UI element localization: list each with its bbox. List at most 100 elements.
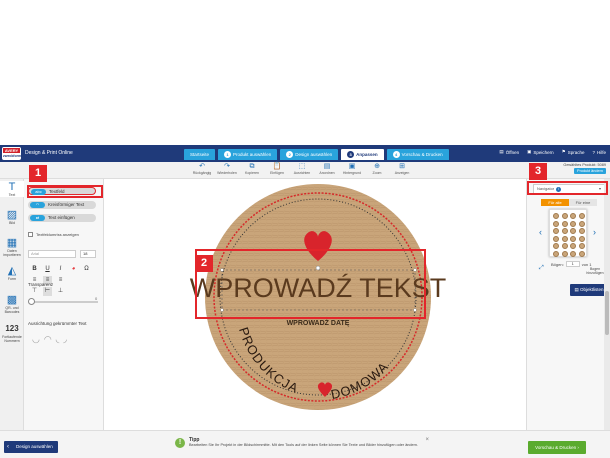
data-import-icon: ▦ [6, 237, 18, 249]
change-product-button[interactable]: Produkt ändern [574, 168, 606, 174]
arc-down-icon[interactable]: ◠ [44, 334, 52, 345]
product-info: Gewähltes Produkt: 5089 Produkt ändern [563, 163, 606, 174]
label-thumbnail [578, 220, 585, 227]
transparency-slider[interactable] [28, 298, 98, 305]
underline-button[interactable]: U [43, 265, 52, 274]
tool-einfügen[interactable]: 📋 Einfügen [267, 163, 287, 175]
back-label: Design auswählen [16, 444, 53, 449]
tool-icon: ▤ [323, 163, 331, 170]
preview-print-button[interactable]: Vorschau & Drucken › [528, 441, 586, 454]
label-thumbnail [578, 213, 585, 219]
tool-ausrichten[interactable]: ⬚ Ausrichten [292, 163, 312, 175]
canvas-scrollbar[interactable] [604, 179, 610, 430]
help-button[interactable]: ? Hilfe [592, 149, 606, 155]
folder-icon: ▤ [499, 149, 504, 154]
language-button[interactable]: ⚑ Sprache [562, 149, 585, 155]
special-char-button[interactable]: Ω [82, 265, 91, 274]
back-design-button[interactable]: ‹ Design auswählen [4, 441, 58, 453]
rail-label: Form [7, 277, 17, 281]
label-thumbnail [561, 220, 568, 227]
arc-alignment-options: ◡ ◠ ◟ ◞ [32, 334, 67, 345]
save-button[interactable]: ▣ Speichern [527, 149, 554, 155]
tool-zoom[interactable]: ⊕ Zoom [367, 163, 387, 175]
image-icon: ▨ [6, 209, 18, 221]
label-thumbnail [553, 235, 559, 242]
valign-top-icon[interactable]: ⊤ [30, 287, 39, 296]
circular-text-button[interactable]: ◠ Kreisförmiger Text [28, 201, 96, 209]
flag-icon: ⚑ [561, 149, 566, 154]
show-outline-checkbox[interactable]: Textfeldumriss anzeigen [28, 232, 79, 237]
chevron-right-icon[interactable]: › [593, 227, 596, 237]
open-button[interactable]: ▤ Öffnen [499, 149, 519, 155]
objects-list-button[interactable]: ▤ Objektlisten [570, 284, 608, 296]
tab-anpassen[interactable]: 3 Anpassen [341, 149, 384, 160]
help-label: Hilfe [596, 149, 606, 155]
font-size-select[interactable]: 18 [80, 250, 96, 258]
rail-item-image[interactable]: ▨ Bild [0, 209, 24, 225]
rail-item-shape[interactable]: ◭ Form [0, 265, 24, 281]
checkbox-box[interactable] [28, 232, 33, 237]
tool-icon: ⊕ [374, 163, 380, 170]
qr-barcode-icon: ▩ [6, 294, 18, 306]
sheet-thumbnail[interactable] [549, 209, 587, 257]
tool-kopieren[interactable]: ⧉ Kopieren [242, 163, 262, 175]
label-thumbnail [553, 220, 559, 227]
rail-item-data-import[interactable]: ▦ Daten importieren [0, 237, 24, 257]
rail-item-serial-numbers[interactable]: 123 Fortlaufende Nummern [0, 323, 24, 343]
insert-text-button[interactable]: ⇄ Text einfügen [28, 214, 96, 222]
tab-label: Anpassen [356, 152, 378, 157]
checkbox-label: Textfeldumriss anzeigen [36, 232, 79, 237]
shape-icon: ◭ [7, 265, 17, 277]
close-icon[interactable]: × [425, 437, 429, 443]
page-select[interactable]: 1 [565, 261, 580, 267]
chevron-left-icon[interactable]: ‹ [539, 227, 542, 237]
label-thumbnail [561, 228, 568, 234]
annotation-box-1 [27, 185, 103, 198]
tab-design-auswaehlen[interactable]: 2 Design auswählen [280, 149, 339, 160]
valign-bottom-icon[interactable]: ⊥ [56, 287, 65, 296]
tab-vorschau-drucken[interactable]: 4 Vorschau & Drucken [386, 149, 449, 160]
tool-anordnen[interactable]: ▤ Anordnen [317, 163, 337, 175]
vertical-align-buttons: ⊤ ⊢ ⊥ [30, 287, 65, 296]
tool-anzeigen[interactable]: ⊞ Anzeigen [392, 163, 412, 175]
step-tabs: Startseite 1 Produkt auswählen 2 Design au… [184, 149, 449, 160]
font-family-select[interactable]: Arial [28, 250, 76, 258]
scrollbar-thumb[interactable] [605, 291, 609, 335]
label-thumbnail [553, 243, 559, 249]
design-canvas[interactable]: WPROWADŹ TEKST WPROWADŹ DATĘ PRODUKCJA D… [104, 179, 526, 430]
tool-label: Rückgängig [192, 171, 212, 175]
footer-bar: ‹ Design auswählen ! Tipp Bearbeiten Sie … [0, 430, 610, 458]
expand-icon[interactable]: ⤢ [539, 265, 544, 272]
tab-startseite[interactable]: Startseite [184, 149, 216, 160]
tool-wiederholen[interactable]: ↷ Wiederholen [217, 163, 237, 175]
tool-icon: ⬚ [298, 163, 306, 170]
tool-label: Zoom [372, 171, 382, 175]
bold-button[interactable]: B [30, 265, 39, 274]
avery-logo[interactable]: AVERY zweckform [2, 147, 21, 160]
step-number: 2 [286, 151, 294, 158]
italic-button[interactable]: I [56, 265, 65, 274]
tab-for-one[interactable]: Für eine [569, 199, 597, 206]
align-right-icon[interactable]: ≡ [56, 276, 65, 285]
arc-left-icon[interactable]: ◟ [56, 334, 60, 345]
tool-icon: 📋 [272, 163, 282, 170]
arc-right-icon[interactable]: ◞ [63, 334, 67, 345]
label-thumbnail [561, 250, 568, 257]
text-panel: abc Textfeld ◠ Kreisförmiger Text ⇄ Text… [24, 179, 104, 430]
date-text[interactable]: WPROWADŹ DATĘ [287, 318, 350, 327]
tool-rückgängig[interactable]: ↶ Rückgängig [192, 163, 212, 175]
rail-item-qr-barcode[interactable]: ▩ QR- und Barcodes [0, 294, 24, 314]
color-picker-icon[interactable]: ◕ [69, 265, 78, 274]
tab-for-all[interactable]: Für alle [541, 199, 569, 206]
tool-label: Kopieren [244, 171, 259, 175]
logo-top-text: AVERY [3, 148, 20, 153]
arc-up-icon[interactable]: ◡ [32, 334, 40, 345]
label-thumbnail [561, 213, 568, 219]
valign-middle-icon[interactable]: ⊢ [43, 287, 52, 296]
slider-knob[interactable] [28, 298, 35, 305]
rail-item-text[interactable]: T Text [0, 181, 24, 197]
tool-hintergrund[interactable]: ▣ Hintergrund [342, 163, 362, 175]
tab-produkt-auswaehlen[interactable]: 1 Produkt auswählen [218, 149, 278, 160]
chevron-left-icon: ‹ [7, 444, 9, 450]
language-label: Sprache [567, 149, 585, 155]
